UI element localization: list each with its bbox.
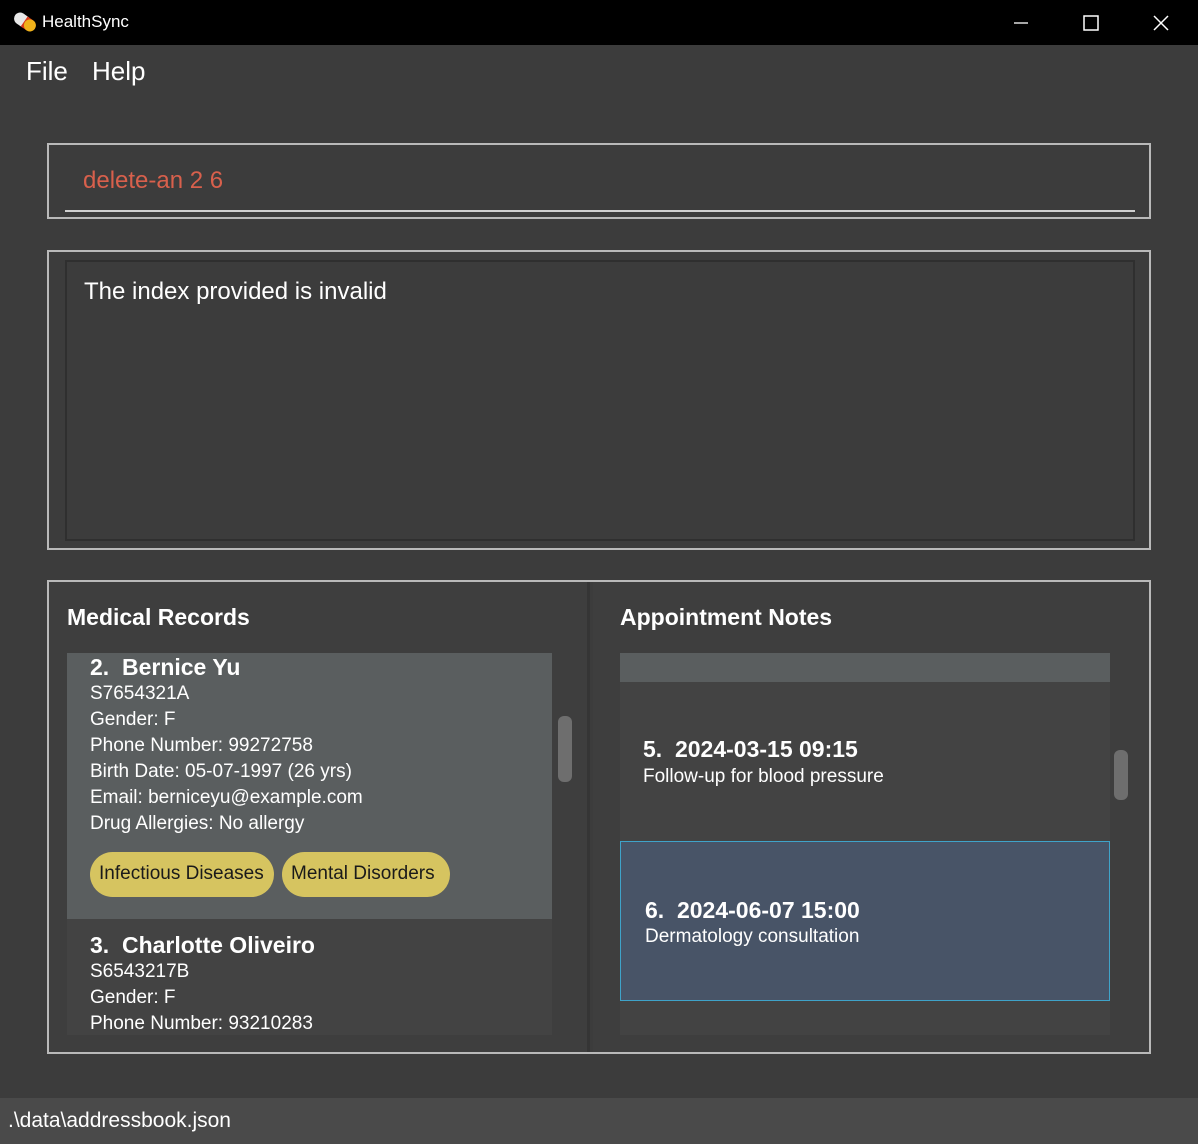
command-box: delete-an 2 6 — [47, 143, 1151, 219]
result-message: The index provided is invalid — [84, 278, 387, 305]
patient-index: 2. — [90, 654, 110, 680]
title-bar: HealthSync — [0, 0, 1198, 45]
condition-tag: Infectious Diseases — [90, 852, 274, 897]
minimize-button[interactable] — [986, 0, 1056, 45]
appointment-datetime: 2024-06-07 15:00 — [676, 897, 860, 923]
condition-tag: Mental Disorders — [282, 852, 450, 897]
result-text-area[interactable]: The index provided is invalid — [65, 260, 1135, 541]
list-item[interactable] — [620, 653, 1110, 682]
appointment-description: Follow-up for blood pressure — [643, 766, 884, 787]
appointment-card[interactable]: 5. 2024-03-15 09:15 Follow-up for blood … — [620, 682, 1110, 841]
patient-card[interactable]: 3. Charlotte Oliveiro S6543217B Gender: … — [67, 919, 552, 1035]
patient-name: Bernice Yu — [121, 654, 241, 680]
menu-help[interactable]: Help — [92, 56, 145, 87]
close-icon — [1153, 15, 1169, 31]
data-file-path: .\data\addressbook.json — [8, 1109, 231, 1132]
command-input[interactable]: delete-an 2 6 — [65, 145, 1135, 212]
medical-records-scrollbar[interactable] — [558, 716, 572, 782]
patient-email: Email: berniceyu@example.com — [90, 787, 363, 808]
appointment-index: 5. — [643, 736, 663, 762]
patient-phone: Phone Number: 99272758 — [90, 735, 313, 756]
result-display: The index provided is invalid — [47, 250, 1151, 550]
close-button[interactable] — [1126, 0, 1196, 45]
patient-phone: Phone Number: 93210283 — [90, 1013, 313, 1034]
appointment-notes-panel: Appointment Notes 5. 2024-03-15 09:15 Fo… — [593, 582, 1149, 1052]
appointment-notes-scrollbar[interactable] — [1114, 750, 1128, 800]
patient-birth-date: Birth Date: 05-07-1997 (26 yrs) — [90, 761, 352, 782]
menu-file[interactable]: File — [26, 56, 68, 87]
patient-card[interactable]: 2. Bernice Yu S7654321A Gender: F Phone … — [67, 653, 552, 919]
appointment-notes-list[interactable]: 5. 2024-03-15 09:15 Follow-up for blood … — [620, 653, 1110, 1035]
medical-records-title: Medical Records — [67, 604, 250, 630]
menu-bar: File Help — [0, 45, 1198, 100]
appointment-datetime: 2024-03-15 09:15 — [674, 736, 858, 762]
patient-nric: S6543217B — [90, 961, 190, 982]
appointment-notes-title: Appointment Notes — [620, 604, 833, 630]
maximize-button[interactable] — [1056, 0, 1126, 45]
lists-container: Medical Records 2. Bernice Yu S7654321A … — [47, 580, 1151, 1054]
medical-records-panel: Medical Records 2. Bernice Yu S7654321A … — [49, 582, 590, 1052]
medical-records-list[interactable]: 2. Bernice Yu S7654321A Gender: F Phone … — [67, 653, 552, 1035]
patient-gender: Gender: F — [90, 709, 176, 730]
patient-allergies: Drug Allergies: No allergy — [90, 813, 305, 834]
patient-name: Charlotte Oliveiro — [121, 932, 315, 958]
maximize-icon — [1083, 15, 1099, 31]
window-title: HealthSync — [42, 12, 129, 31]
appointment-card-selected[interactable]: 6. 2024-06-07 15:00 Dermatology consulta… — [620, 841, 1110, 1001]
patient-nric: S7654321A — [90, 683, 190, 704]
status-bar: .\data\addressbook.json — [0, 1098, 1198, 1144]
appointment-index: 6. — [645, 897, 665, 923]
pill-icon — [12, 11, 38, 33]
patient-gender: Gender: F — [90, 987, 176, 1008]
patient-index: 3. — [90, 932, 110, 958]
minimize-icon — [1014, 22, 1028, 24]
appointment-description: Dermatology consultation — [645, 926, 860, 947]
